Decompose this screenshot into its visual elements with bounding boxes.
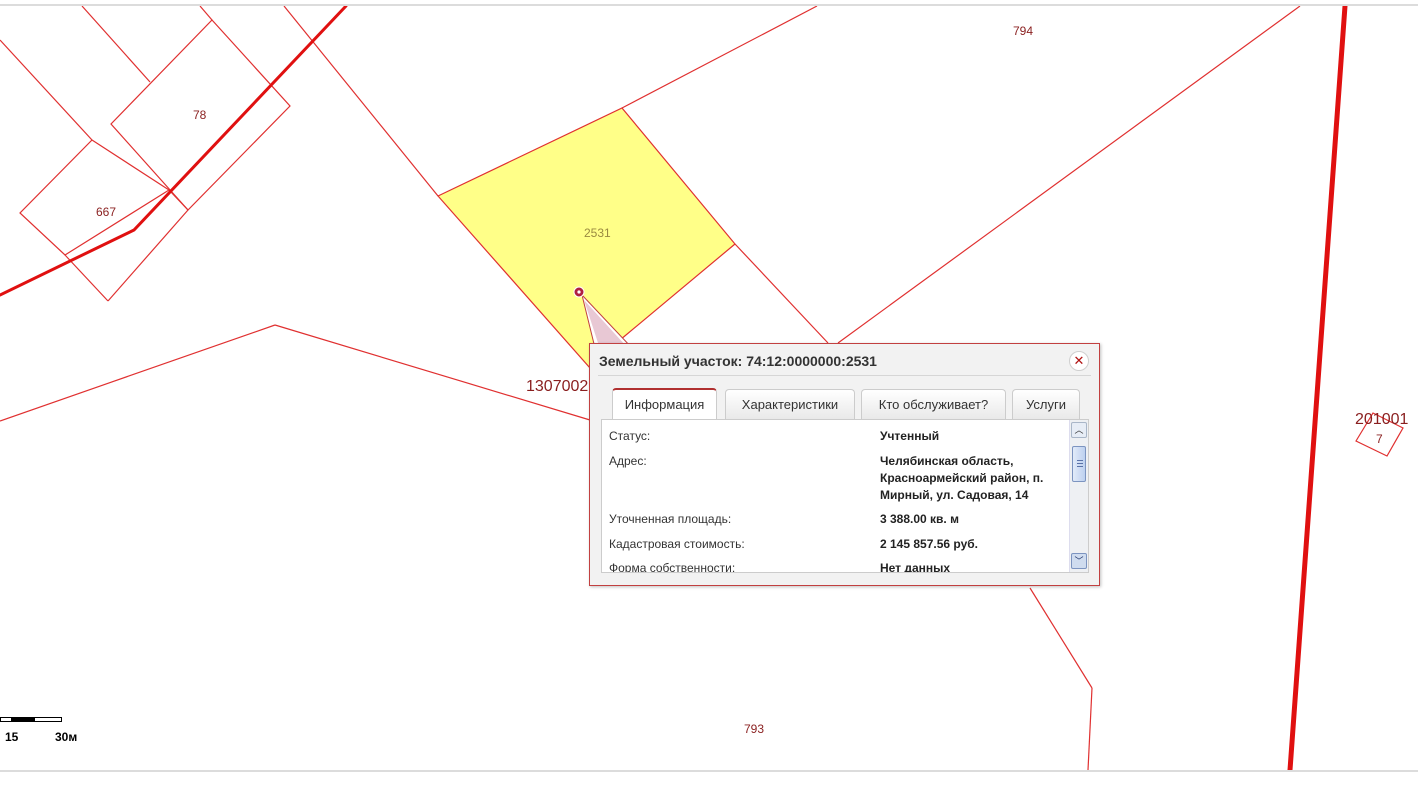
quarter-label[interactable]: 201001 bbox=[1355, 411, 1408, 428]
scale-segment bbox=[11, 717, 35, 722]
close-button[interactable]: ✕ bbox=[1069, 351, 1089, 371]
tab-who-serves[interactable]: Кто обслуживает? bbox=[861, 389, 1006, 419]
info-label-area: Уточненная площадь: bbox=[609, 512, 732, 526]
scroll-down-button[interactable]: ﹀ bbox=[1071, 553, 1087, 569]
parcel-label[interactable]: 7 bbox=[1376, 432, 1383, 446]
chevron-up-icon: ︿ bbox=[1074, 425, 1084, 435]
info-value-cost: 2 145 857.56 руб. bbox=[880, 537, 978, 551]
info-value-address: Челябинская область, Красноармейский рай… bbox=[880, 454, 1044, 502]
parcel-label[interactable]: 794 bbox=[1013, 24, 1033, 38]
scale-segment bbox=[34, 717, 62, 722]
parcel-label[interactable]: 667 bbox=[96, 205, 116, 219]
info-label-status: Статус: bbox=[609, 429, 651, 443]
tab-information[interactable]: Информация bbox=[612, 388, 717, 420]
info-panel[interactable]: Статус: Учтенный Адрес: Челябинская обла… bbox=[601, 419, 1089, 573]
info-label-cost: Кадастровая стоимость: bbox=[609, 537, 745, 551]
tab-characteristics[interactable]: Характеристики bbox=[725, 389, 855, 419]
info-value-ownership: Нет данных bbox=[880, 561, 951, 573]
popup-divider bbox=[598, 375, 1091, 376]
tab-services[interactable]: Услуги bbox=[1012, 389, 1080, 419]
info-scrollbar[interactable]: ︿ ﹀ bbox=[1069, 420, 1088, 572]
info-label-address: Адрес: bbox=[609, 454, 647, 468]
quarter-label[interactable]: 1307002 bbox=[526, 378, 588, 395]
info-value-status: Учтенный bbox=[880, 429, 940, 443]
chevron-down-icon: ﹀ bbox=[1074, 556, 1084, 566]
parcel-label[interactable]: 793 bbox=[744, 722, 764, 736]
info-label-ownership: Форма собственности: bbox=[609, 561, 736, 573]
close-icon: ✕ bbox=[1073, 353, 1085, 368]
selected-parcel-label[interactable]: 2531 bbox=[584, 226, 611, 240]
scroll-up-button[interactable]: ︿ bbox=[1071, 422, 1087, 438]
map-bottom-border bbox=[0, 770, 1418, 772]
parcel-info-popup: Земельный участок: 74:12:0000000:2531 ✕ … bbox=[589, 343, 1100, 586]
info-value-area: 3 388.00 кв. м bbox=[880, 512, 959, 526]
scale-tick-label: 15 bbox=[5, 730, 19, 744]
scale-bar: 15 30м bbox=[0, 717, 120, 747]
scale-tick-label: 30м bbox=[55, 730, 78, 744]
parcel-label[interactable]: 78 bbox=[193, 108, 207, 122]
popup-title: Земельный участок: 74:12:0000000:2531 bbox=[599, 353, 877, 369]
scroll-thumb[interactable] bbox=[1072, 446, 1086, 482]
